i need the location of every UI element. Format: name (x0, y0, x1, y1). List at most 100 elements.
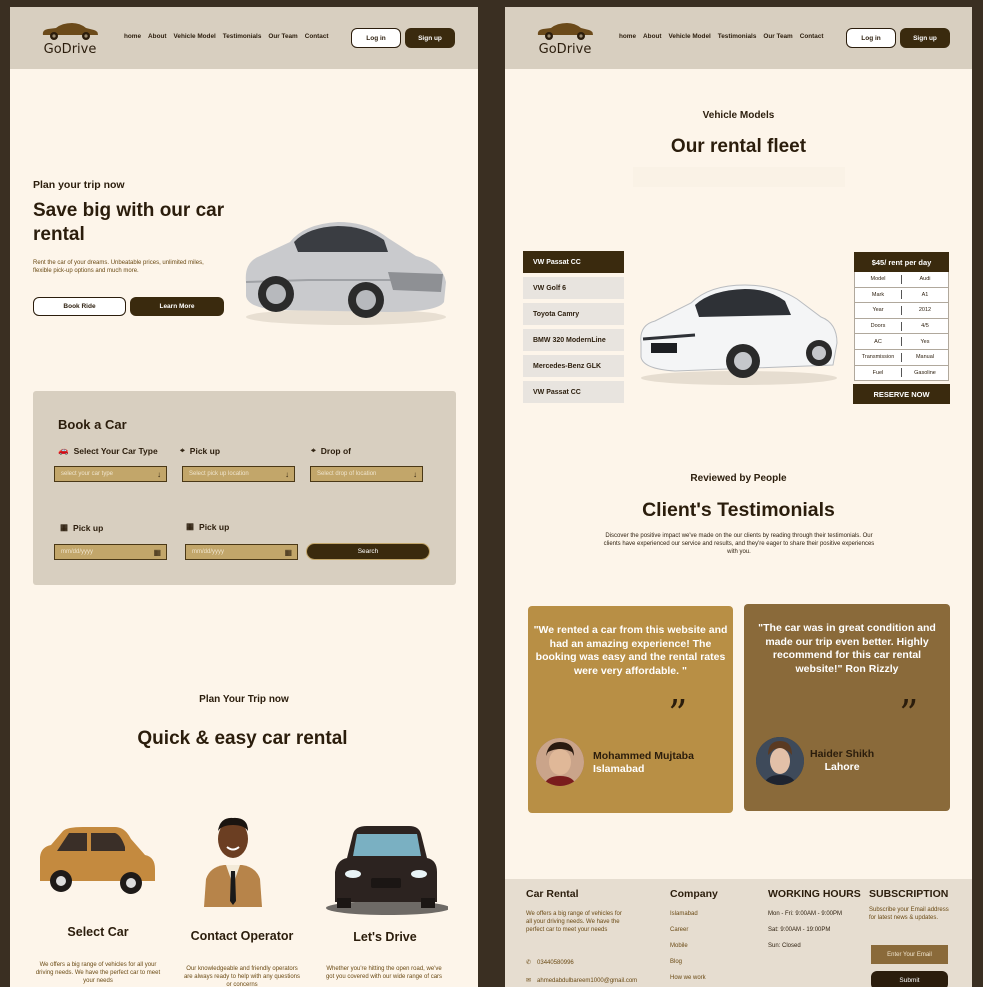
footer-link[interactable]: Career (670, 926, 688, 934)
testimonial-quote: "The car was in great condition and made… (758, 622, 936, 675)
spec-row: Fuel Gasoline (854, 365, 949, 382)
pickup-location-label: ⌖ Pick up (180, 445, 221, 456)
calendar-icon: ▦ (153, 547, 161, 557)
quick-kicker: Plan Your Trip now (199, 694, 289, 705)
testimonials-title: Client's Testimonials (642, 499, 835, 521)
nav-link-our-team[interactable]: Our Team (763, 33, 792, 40)
logo[interactable]: GoDrive (40, 21, 100, 57)
testimonial-author: Mohammed Mujtaba Islamabad (593, 750, 694, 775)
fleet-model-item[interactable]: BMW 320 ModernLine (523, 329, 624, 351)
car-logo-icon (42, 23, 98, 40)
nav-link-contact[interactable]: Contact (305, 33, 329, 40)
step-lets-drive-title: Let's Drive (353, 930, 417, 944)
fleet-title: Our rental fleet (670, 136, 807, 157)
login-button[interactable]: Log in (846, 28, 896, 48)
pickup-location-select[interactable]: Select pick up location ↓ (182, 466, 295, 482)
signup-button[interactable]: Sign up (900, 28, 950, 48)
mail-icon: ✉ (526, 978, 532, 984)
car-icon: 🚗 (58, 445, 69, 455)
calendar-icon: ▦ (284, 547, 292, 557)
avatar (536, 738, 584, 786)
quote-mark-icon: ” (668, 692, 688, 736)
dropoff-location-label: ⌖ Drop of (311, 445, 352, 456)
step-select-car-desc: We offers a big range of vehicles for al… (35, 962, 161, 984)
logo[interactable]: GoDrive (535, 21, 595, 57)
nav-link-home[interactable]: home (619, 33, 636, 40)
footer-company-title: Company (670, 888, 718, 900)
step-contact-operator-desc: Our knowledgeable and friendly operators… (183, 966, 301, 987)
nav-link-about[interactable]: About (643, 33, 661, 40)
location-pin-icon: ⌖ (311, 445, 316, 455)
return-date-input[interactable]: mm/dd/yyyy ▦ (185, 544, 298, 560)
nav-link-vehicle-model[interactable]: Vehicle Model (174, 33, 216, 40)
navbar: GoDrive home About Vehicle Model Testimo… (10, 7, 478, 69)
calendar-icon: ▦ (60, 522, 69, 532)
spec-table: $45/ rent per day Model Audi Mark A1 Year 2… (854, 252, 949, 382)
nav-link-vehicle-model[interactable]: Vehicle Model (669, 33, 711, 40)
login-button[interactable]: Log in (351, 28, 401, 48)
operator-image (204, 817, 262, 907)
logo-text: GoDrive (43, 42, 97, 57)
footer-link[interactable]: Islamabad (670, 910, 698, 918)
footer-phone[interactable]: ✆ 03440580996 (526, 959, 574, 967)
testimonial-author: Haider Shikh Lahore (810, 748, 875, 773)
spec-row: Year 2012 (854, 303, 949, 319)
reserve-now-button[interactable]: RESERVE NOW (853, 384, 950, 404)
fleet-model-item[interactable]: VW Passat CC (523, 381, 624, 403)
footer-subscription-title: SUBSCRIPTION (869, 888, 949, 900)
fleet-subtitle-placeholder (633, 167, 845, 187)
learn-more-button[interactable]: Learn More (130, 297, 224, 316)
logo-text: GoDrive (538, 42, 592, 57)
fleet-kicker: Vehicle Models (702, 110, 775, 121)
footer-link[interactable]: Blog (670, 958, 682, 966)
spec-row: Mark A1 (854, 287, 949, 304)
dropoff-location-select[interactable]: Select drop of location ↓ (310, 466, 423, 482)
footer-subscription-desc: Subscribe your Email address for latest … (869, 907, 949, 921)
spec-row: Model Audi (854, 272, 949, 288)
nav-link-home[interactable]: home (124, 33, 141, 40)
lets-drive-image (326, 826, 448, 915)
book-ride-button[interactable]: Book Ride (33, 297, 126, 316)
footer-hours: Sat: 9:00AM - 19:00PM (768, 927, 831, 933)
dropdown-arrow-icon: ↓ (157, 469, 161, 479)
fleet-model-item[interactable]: VW Passat CC (523, 251, 624, 273)
booking-panel: Book a Car 🚗 Select Your Car Type ⌖ Pick u… (33, 391, 456, 585)
subscribe-email-input[interactable]: Enter Your Email (871, 945, 948, 964)
pickup-date-label: ▦ Pick up (60, 522, 104, 533)
search-button[interactable]: Search (306, 543, 430, 560)
subscribe-submit-button[interactable]: Submit (871, 971, 948, 987)
step-contact-operator-title: Contact Operator (190, 929, 294, 943)
footer-link[interactable]: Mobile (670, 942, 688, 950)
nav-link-testimonials[interactable]: Testimonials (223, 33, 262, 40)
pickup-date-input[interactable]: mm/dd/yyyy ▦ (54, 544, 167, 560)
fleet-model-list: VW Passat CC VW Golf 6 Toyota Camry BMW … (523, 251, 624, 407)
quick-title: Quick & easy car rental (137, 728, 348, 749)
fleet-model-item[interactable]: VW Golf 6 (523, 277, 624, 299)
car-type-select[interactable]: select your car type ↓ (54, 466, 167, 482)
testimonial-card: "We rented a car from this website and h… (528, 606, 733, 813)
fleet-car-image (640, 284, 838, 385)
testimonial-quote: "We rented a car from this website and h… (533, 624, 728, 677)
testimonials-kicker: Reviewed by People (690, 473, 787, 484)
nav-link-contact[interactable]: Contact (800, 33, 824, 40)
car-type-label: 🚗 Select Your Car Type (58, 445, 158, 456)
dropdown-arrow-icon: ↓ (285, 469, 289, 479)
quote-mark-icon: ” (899, 692, 919, 736)
testimonial-card: "The car was in great condition and made… (744, 604, 950, 811)
phone-icon: ✆ (526, 960, 532, 966)
spec-row: Transmission Manual (854, 349, 949, 366)
nav-link-testimonials[interactable]: Testimonials (718, 33, 757, 40)
location-pin-icon: ⌖ (180, 445, 185, 455)
footer-link[interactable]: How we work (670, 974, 706, 982)
spec-row: AC Yes (854, 334, 949, 350)
step-lets-drive-desc: Whether you're hitting the open road, we… (325, 966, 443, 980)
fleet-model-item[interactable]: Mercedes-Benz GLK (523, 355, 624, 377)
avatar (756, 737, 804, 785)
footer-hours: Sun: Closed (768, 943, 801, 949)
nav-link-about[interactable]: About (148, 33, 166, 40)
nav-link-our-team[interactable]: Our Team (268, 33, 297, 40)
fleet-model-item[interactable]: Toyota Camry (523, 303, 624, 325)
signup-button[interactable]: Sign up (405, 28, 455, 48)
hero-kicker: Plan your trip now (33, 179, 125, 191)
footer-email[interactable]: ✉ ahmedabdulbareem1000@gmail.com (526, 977, 637, 985)
